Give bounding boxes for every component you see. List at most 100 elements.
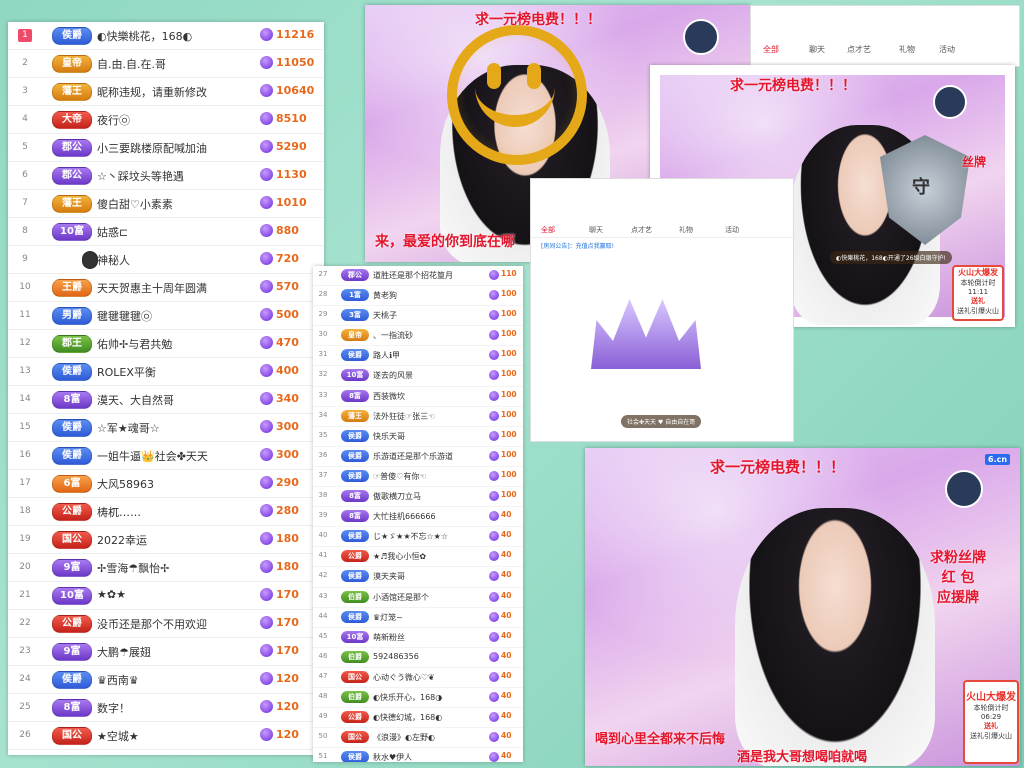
anchor-avatar[interactable] [933,85,967,119]
rank-row[interactable]: 7 藩王 傻白甜♡小素素 1010 [8,190,324,218]
rank-row[interactable]: 45 10富 萌新粉丝 40 [313,628,523,648]
rank-username[interactable]: ☞普傻♡有你☜ [373,471,483,482]
rank-row[interactable]: 44 侯爵 ♛灯笼~ 40 [313,608,523,628]
rank-username[interactable]: 法外狂徒☞张三☜ [373,411,483,422]
rank-username[interactable]: 秋水♥伊人 [373,752,483,762]
rank-row[interactable]: 29 3富 天桃子 100 [313,306,523,327]
rank-row[interactable]: 1 侯爵 ◐快樂桃花，168◐ 11216 [8,22,324,50]
rank-username[interactable]: 没币还是那个不用欢迎 [97,616,257,632]
rank-row[interactable]: 42 侯爵 漠天夹哥 40 [313,567,523,588]
rank-username[interactable]: 萌新粉丝 [373,632,483,643]
rank-username[interactable]: ♛灯笼~ [373,612,483,623]
rank-row[interactable]: 35 侯爵 快乐天哥 100 [313,427,523,447]
rank-username[interactable]: 傲歌横刀立马 [373,491,483,502]
rank-row[interactable]: 13 侯爵 ROLEX平衡 400 [8,358,324,386]
rank-row[interactable]: 4 大帝 夜行㉧ 8510 [8,106,324,134]
rank-row[interactable]: 50 国公 《浪漫》◐左野◐ 40 [313,728,523,749]
rank-username[interactable]: 梼杌…… [97,504,257,520]
rank-username[interactable]: じ★ゞ★★不忘☆★☆ [373,531,483,542]
rank-username[interactable]: 、一指流砂 [373,330,483,341]
chat-notice[interactable]: [房间公告]：充值点我赢取! [541,241,614,250]
rank-username[interactable]: 小三要跳楼原配喊加油 [97,140,257,156]
rank-username[interactable]: ★♬我心小恒✿ [373,551,483,562]
anchor-avatar[interactable] [945,470,983,508]
rank-username[interactable]: 夜行㉧ [97,112,257,128]
rank-row[interactable]: 26 国公 ★空城★ 120 [8,722,324,750]
rank-row[interactable]: 25 8富 数字！ 120 [8,694,324,722]
rank-username[interactable]: 昵称违规，请重新修改 [97,84,257,100]
rank-username[interactable]: ROLEX平衡 [97,364,257,380]
rank-row[interactable]: 16 侯爵 一姐牛逼👑社会✤天天 300 [8,442,324,470]
rank-row[interactable]: 21 10富 ★✿★ 170 [8,582,324,610]
anchor-avatar[interactable] [683,19,719,55]
rank-row[interactable]: 15 侯爵 ☆军★魂哥☆ 300 [8,414,324,442]
tab-all[interactable]: 全部 [763,44,779,55]
rank-row[interactable]: 24 侯爵 ♛西南♛ 120 [8,666,324,694]
rank-username[interactable]: 大鹏☂展翅 [97,644,257,660]
tab-gift[interactable]: 礼物 [679,225,693,235]
rank-row[interactable]: 30 皇帝 、一指流砂 100 [313,326,523,347]
volcano-promo[interactable]: 火山大爆发 本轮倒计时 11:11 送礼 送礼引爆火山 [952,265,1004,321]
tab-talent[interactable]: 点才艺 [631,225,652,235]
rank-row[interactable]: 31 侯爵 路人ℹ甲 100 [313,346,523,367]
rank-username[interactable]: ★✿★ [97,588,257,601]
rank-row[interactable]: 37 侯爵 ☞普傻♡有你☜ 100 [313,467,523,488]
rank-row[interactable]: 6 郡公 ☆丶踩坟头等艳遇 1130 [8,162,324,190]
rank-row[interactable]: 2 皇帝 自.由.自.在.哥 11050 [8,50,324,78]
tab-gift[interactable]: 礼物 [899,44,915,55]
rank-row[interactable]: 43 伯爵 小酒馆还是那个 40 [313,588,523,608]
rank-row[interactable]: 11 男爵 毽毽毽毽㉧ 500 [8,302,324,330]
rank-username[interactable]: 自.由.自.在.哥 [97,56,257,72]
rank-username[interactable]: 漠天、大自然哥 [97,392,257,408]
rank-username[interactable]: 佑帅✢与君共勉 [97,336,257,352]
rank-username[interactable]: 路人ℹ甲 [373,350,483,361]
rank-row[interactable]: 46 伯爵 592486356 40 [313,648,523,668]
tab-all[interactable]: 全部 [541,225,555,235]
rank-username[interactable]: 姑惑⊏ [97,224,257,240]
promo-gift-button[interactable]: 送礼 [965,721,1017,731]
rank-username[interactable]: ✢雪海☂飘怡✢ [97,560,257,576]
rank-username[interactable]: 黄老狗 [373,290,483,301]
rank-username[interactable]: 遂去的风景 [373,370,483,381]
rank-username[interactable]: 漠天夹哥 [373,571,483,582]
rank-row[interactable]: 23 9富 大鹏☂展翅 170 [8,638,324,666]
rank-row[interactable]: 34 藩王 法外狂徒☞张三☜ 100 [313,407,523,427]
rank-row[interactable]: 12 郡王 佑帅✢与君共勉 470 [8,330,324,358]
rank-row[interactable]: 36 侯爵 乐游道还是那个乐游道 100 [313,447,523,467]
site-logo[interactable]: 6.cn [985,454,1011,465]
rank-row[interactable]: 17 6富 大风58963 290 [8,470,324,498]
tab-chat[interactable]: 聊天 [589,225,603,235]
rank-username[interactable]: 592486356 [373,652,483,661]
rank-username[interactable]: 道胜还是那个招花篁月 [373,270,483,281]
rank-username[interactable]: 大风58963 [97,476,257,492]
tab-chat[interactable]: 聊天 [809,44,825,55]
rank-username[interactable]: 数字！ [97,700,257,716]
rank-username[interactable]: ☆军★魂哥☆ [97,420,257,436]
rank-row[interactable]: 40 侯爵 じ★ゞ★★不忘☆★☆ 40 [313,527,523,548]
rank-row[interactable]: 51 侯爵 秋水♥伊人 40 [313,748,523,762]
rank-username[interactable]: 神秘人 [97,252,257,268]
rank-row[interactable]: 28 1富 黄老狗 100 [313,286,523,307]
rank-username[interactable]: 《浪漫》◐左野◐ [373,732,483,743]
rank-username[interactable]: 小酒馆还是那个 [373,592,483,603]
rank-row[interactable]: 38 8富 傲歌横刀立马 100 [313,487,523,508]
tab-event[interactable]: 活动 [725,225,739,235]
rank-username[interactable]: 西装微坎 [373,391,483,402]
rank-row[interactable]: 5 郡公 小三要跳楼原配喊加油 5290 [8,134,324,162]
tab-talent[interactable]: 点才艺 [847,44,871,55]
rank-row[interactable]: 20 9富 ✢雪海☂飘怡✢ 180 [8,554,324,582]
volcano-promo[interactable]: 火山大爆发 本轮倒计时 06:29 送礼 送礼引爆火山 [963,680,1019,764]
rank-username[interactable]: 毽毽毽毽㉧ [97,308,257,324]
rank-row[interactable]: 19 国公 2022幸运 180 [8,526,324,554]
rank-username[interactable]: 快乐天哥 [373,431,483,442]
rank-username[interactable]: 心动ぐう微心♡❦ [373,672,483,683]
rank-row[interactable]: 41 公爵 ★♬我心小恒✿ 40 [313,547,523,568]
rank-username[interactable]: 一姐牛逼👑社会✤天天 [97,448,257,464]
rank-username[interactable]: 天桃子 [373,310,483,321]
rank-row[interactable]: 27 郡公 道胜还是那个招花篁月 110 [313,266,523,287]
rank-row[interactable]: 22 公爵 没币还是那个不用欢迎 170 [8,610,324,638]
rank-username[interactable]: ◐快德幻城，168◐ [373,712,483,723]
rank-username[interactable]: ★空城★ [97,728,257,744]
rank-row[interactable]: 3 藩王 昵称违规，请重新修改 10640 [8,78,324,106]
rank-row[interactable]: 32 10富 遂去的风景 100 [313,366,523,387]
